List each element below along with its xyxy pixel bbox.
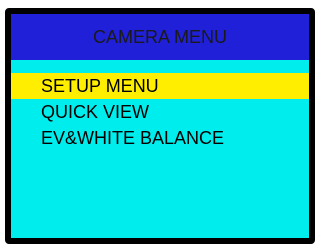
menu-item-ev-white-balance[interactable]: EV&WHITE BALANCE bbox=[11, 125, 309, 151]
menu-item-setup-menu[interactable]: SETUP MENU bbox=[11, 73, 309, 99]
menu-title: CAMERA MENU bbox=[11, 14, 309, 60]
camera-menu-screen: CAMERA MENU SETUP MENU QUICK VIEW EV&WHI… bbox=[5, 8, 315, 244]
menu-item-quick-view[interactable]: QUICK VIEW bbox=[11, 99, 309, 125]
menu-list: SETUP MENU QUICK VIEW EV&WHITE BALANCE bbox=[11, 73, 309, 151]
